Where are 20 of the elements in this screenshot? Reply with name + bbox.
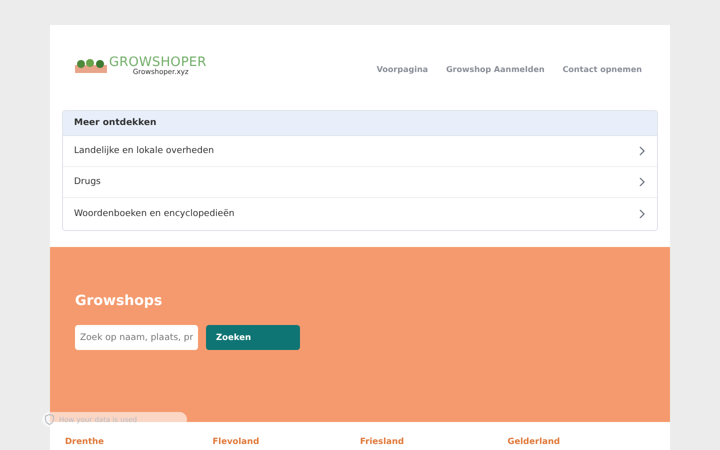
province-heading[interactable]: Gelderland (508, 437, 560, 447)
section-header: Meer ontdekken (63, 111, 657, 136)
chevron-right-icon (639, 209, 645, 219)
province-heading[interactable]: Flevoland (212, 437, 260, 447)
province-heading[interactable]: Friesland (360, 437, 404, 447)
shield-icon (45, 414, 54, 425)
nav-link[interactable]: Contact opnemen (562, 64, 642, 74)
chevron-right-icon (639, 146, 645, 156)
search-field[interactable]: Zoek op naam, plaats, pr (75, 325, 198, 350)
search-button[interactable]: Zoeken (206, 325, 300, 350)
plants-icon (75, 59, 107, 73)
nav-link[interactable]: Growshop Aanmelden (446, 64, 545, 74)
logo-title: GROWSHOPER (109, 56, 207, 69)
category-link[interactable]: Landelijke en lokale overheden (63, 136, 657, 167)
chevron-right-icon (639, 177, 645, 187)
nav-link[interactable]: Voorpagina (376, 64, 428, 74)
province-heading[interactable]: Drenthe (65, 437, 104, 447)
category-link[interactable]: Drugs (63, 167, 657, 198)
category-link[interactable]: Woordenboeken en encyclopedieën (63, 198, 657, 230)
hero-title: Growshops (75, 293, 164, 309)
